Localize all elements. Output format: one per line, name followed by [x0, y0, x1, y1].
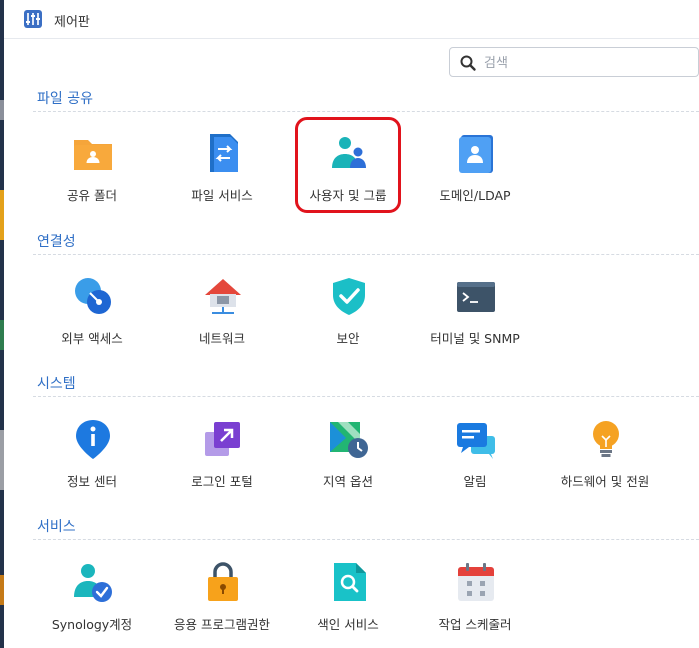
task-scheduler-icon: [458, 563, 494, 601]
item-label: 공유 폴더: [67, 188, 117, 203]
section-title-file-sharing: 파일 공유: [37, 91, 93, 107]
shared-folder-icon: [74, 140, 112, 170]
section-title-services: 서비스: [37, 519, 76, 535]
section-divider: [33, 539, 699, 540]
item-label: 알림: [463, 474, 487, 489]
item-label: 작업 스케줄러: [438, 617, 512, 632]
item-regional-options[interactable]: 지역 옵션: [283, 412, 413, 502]
item-domain-ldap[interactable]: 도메인/LDAP: [410, 126, 540, 216]
notification-icon: [457, 423, 495, 459]
item-label: 네트워크: [198, 331, 245, 346]
item-label: 색인 서비스: [317, 617, 379, 632]
terminal-snmp-icon: [457, 282, 495, 312]
title-bar: 제어판: [4, 0, 699, 39]
section-title-connectivity: 연결성: [37, 234, 76, 250]
item-label: 정보 센터: [67, 474, 117, 489]
item-network[interactable]: 네트워크: [157, 269, 287, 359]
control-panel-window: 제어판 파일 공유 공유 폴더 파일 서비스: [4, 0, 699, 648]
item-security[interactable]: 보안: [283, 269, 413, 359]
search-icon: [460, 55, 476, 71]
info-center-icon: [76, 420, 110, 459]
external-access-icon: [75, 278, 111, 314]
item-synology-account[interactable]: Synology계정: [27, 555, 157, 645]
regional-options-icon: [330, 422, 368, 458]
item-label: 응용 프로그램권한: [174, 617, 270, 632]
section-divider: [33, 111, 699, 112]
indexing-service-icon: [334, 563, 366, 601]
item-indexing-service[interactable]: 색인 서비스: [283, 555, 413, 645]
section-divider: [33, 254, 699, 255]
item-label: 보안: [336, 331, 360, 346]
item-label: 지역 옵션: [323, 474, 373, 489]
item-file-services[interactable]: 파일 서비스: [157, 126, 287, 216]
search-input[interactable]: [482, 52, 686, 74]
hardware-power-icon: [593, 421, 619, 457]
security-icon: [333, 278, 365, 315]
item-hardware-power[interactable]: 하드웨어 및 전원: [540, 412, 670, 502]
item-external-access[interactable]: 외부 액세스: [27, 269, 157, 359]
highlight-box: [295, 117, 401, 213]
control-panel-icon: [24, 10, 42, 28]
item-label: 로그인 포털: [191, 474, 253, 489]
network-icon: [205, 279, 241, 314]
search-box[interactable]: [449, 47, 699, 77]
login-portal-icon: [205, 422, 240, 456]
item-label: 터미널 및 SNMP: [430, 331, 520, 346]
item-shared-folder[interactable]: 공유 폴더: [27, 126, 157, 216]
window-title: 제어판: [54, 15, 90, 30]
item-info-center[interactable]: 정보 센터: [27, 412, 157, 502]
item-notification[interactable]: 알림: [410, 412, 540, 502]
synology-account-icon: [74, 564, 112, 602]
item-login-portal[interactable]: 로그인 포털: [157, 412, 287, 502]
item-label: 외부 액세스: [61, 331, 123, 346]
item-task-scheduler[interactable]: 작업 스케줄러: [410, 555, 540, 645]
item-terminal-snmp[interactable]: 터미널 및 SNMP: [410, 269, 540, 359]
section-title-system: 시스템: [37, 376, 76, 392]
item-label: 도메인/LDAP: [439, 188, 511, 203]
item-label: 파일 서비스: [191, 188, 253, 203]
item-label: Synology계정: [51, 617, 133, 632]
application-privileges-icon: [208, 562, 238, 601]
domain-ldap-icon: [459, 135, 493, 173]
item-label: 하드웨어 및 전원: [560, 474, 650, 489]
item-application-privileges[interactable]: 응용 프로그램권한: [157, 555, 287, 645]
section-divider: [33, 396, 699, 397]
file-services-icon: [210, 134, 238, 172]
